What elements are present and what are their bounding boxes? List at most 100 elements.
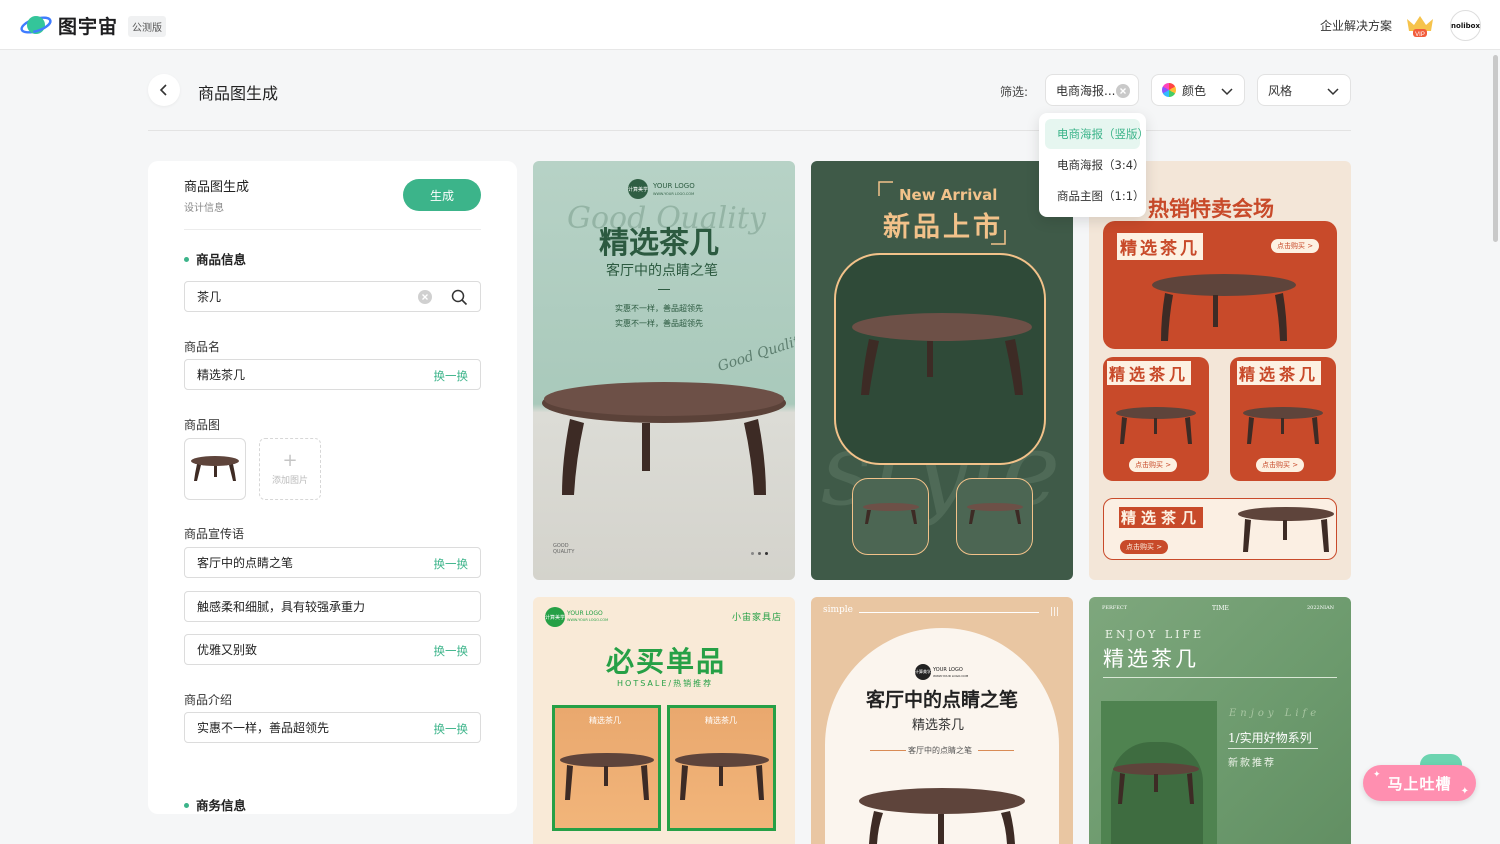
poster-line-1: 实惠不一样，善品超领先 (615, 304, 703, 313)
page-scrollbar[interactable] (1493, 55, 1498, 242)
intro-field[interactable]: 实惠不一样，善品超领先 换一换 (184, 712, 481, 743)
color-filter-select[interactable]: 颜色 (1151, 74, 1245, 106)
business-info-heading: 商务信息 (184, 795, 246, 814)
product-name-field[interactable]: 精选茶几 换一换 (184, 359, 481, 390)
clear-filter-icon[interactable] (1116, 84, 1130, 98)
vip-crown-icon[interactable]: VIP (1404, 12, 1436, 38)
intro-label: 商品介绍 (184, 693, 233, 707)
beta-badge: 公测版 (128, 16, 166, 37)
coffee-table-image (863, 503, 919, 524)
type-filter-value: 电商海报... (1056, 83, 1116, 98)
swap-slogan-3-button[interactable]: 换一换 (434, 643, 469, 659)
coffee-table-image (1113, 763, 1199, 804)
product-info-heading: 商品信息 (184, 249, 246, 268)
feedback-label: 马上吐槽 (1387, 774, 1452, 793)
poster-title: 新品上市 (883, 212, 1003, 243)
type-option-3-4-poster[interactable]: 电商海报（3:4） (1045, 150, 1145, 180)
generate-button[interactable]: 生成 (403, 179, 481, 211)
title-divider (658, 289, 670, 290)
poster-tagline: 客厅中的点睛之笔 (908, 746, 972, 755)
top-label-left: PERFECT (1102, 605, 1128, 611)
coffee-table-image (1238, 507, 1334, 552)
swap-name-button[interactable]: 换一换 (434, 368, 469, 384)
poster-card-hot-sale[interactable]: 热销特卖会场 精选茶几 点击购买 > 精选茶几 精选茶几 点击购买 > 点击购买… (1089, 161, 1351, 580)
coffee-table-image (1243, 407, 1323, 444)
new-label: 新款推荐 (1228, 758, 1276, 769)
coffee-table-image (560, 753, 654, 800)
type-option-vertical-poster[interactable]: 电商海报（竖版） (1045, 119, 1149, 149)
feedback-button[interactable]: ✦ 马上吐槽 ✦ (1363, 765, 1476, 801)
plus-icon: + (282, 450, 298, 471)
buy-now-pill: 点击购买 > (1271, 239, 1320, 253)
box-label: 精选茶几 (705, 716, 737, 725)
planet-logo-icon[interactable] (20, 11, 52, 39)
top-label-right: 2022NIAN (1307, 605, 1335, 611)
back-button[interactable] (148, 74, 180, 106)
product-name-label: 商品名 (184, 340, 221, 354)
design-info-panel: 商品图生成 设计信息 生成 商品信息 茶几 商品名 精选茶几 换一换 商品图 +… (148, 161, 517, 814)
eyebrow-text: ENJOY LIFE (1105, 628, 1205, 641)
product-image-thumbnail[interactable] (184, 438, 246, 500)
buy-now-pill: 点击购买 > (1120, 540, 1169, 554)
product-name-tag: 精选茶几 (1107, 361, 1192, 385)
poster-card-enjoy-life[interactable]: PERFECT TIME 2022NIAN ENJOY LIFE 精选茶几 En… (1089, 597, 1351, 844)
coffee-table-image (967, 503, 1023, 524)
poster-subtitle: 客厅中的点睛之笔 (606, 263, 718, 279)
enterprise-solutions-link[interactable]: 企业解决方案 (1320, 17, 1392, 34)
logo-badge: 计算美学 (545, 607, 565, 627)
type-filter-select[interactable]: 电商海报... (1045, 74, 1139, 106)
logo-text: YOUR LOGO (653, 182, 695, 190)
coffee-table-image (852, 313, 1032, 395)
panel-title: 商品图生成 (184, 180, 250, 195)
style-filter-label: 风格 (1268, 83, 1293, 98)
user-avatar[interactable]: nolibox (1450, 10, 1481, 41)
product-name-tag: 精选茶几 (1117, 233, 1203, 260)
slogan-field-3[interactable]: 优雅又别致 换一换 (184, 634, 481, 665)
page-title: 商品图生成 (198, 84, 279, 103)
poster-title: 热销特卖会场 (1148, 196, 1274, 221)
product-image-label: 商品图 (184, 418, 221, 432)
script-text: Enjoy Life (1229, 708, 1321, 719)
coffee-table-image (859, 788, 1025, 844)
poster-title: 精选茶几 (1103, 647, 1199, 671)
coffee-table-image (1116, 407, 1196, 444)
panel-divider (184, 229, 481, 230)
product-name-tag: 精选茶几 (1237, 361, 1322, 385)
poster-card-new-arrival[interactable]: style New Arrival 新品上市 (811, 161, 1073, 580)
add-image-button[interactable]: + 添加图片 (259, 438, 321, 500)
slogan-field-1[interactable]: 客厅中的点睛之笔 换一换 (184, 547, 481, 578)
product-search-input[interactable]: 茶几 (184, 281, 481, 312)
bars-icon: ||| (1050, 607, 1060, 617)
slogan-field-2[interactable]: 触感柔和细腻，具有较强承重力 (184, 591, 481, 622)
slogan-value-3: 优雅又别致 (197, 643, 258, 657)
swap-slogan-1-button[interactable]: 换一换 (434, 556, 469, 572)
search-icon[interactable] (451, 289, 468, 306)
type-option-main-image[interactable]: 商品主图（1:1） (1045, 181, 1145, 211)
product-name-tag: 精选茶几 (1119, 507, 1204, 528)
poster-card-arch[interactable]: simple ||| 计算美学 YOUR LOGO WWW.YOUR LOGO.… (811, 597, 1073, 844)
clear-search-icon[interactable] (418, 290, 432, 304)
type-filter-dropdown: 电商海报（竖版） 电商海报（3:4） 商品主图（1:1） (1039, 113, 1149, 217)
style-filter-select[interactable]: 风格 (1257, 74, 1351, 106)
color-wheel-icon (1162, 83, 1176, 97)
corner-text: simple (823, 605, 853, 615)
poster-line-2: 实惠不一样，善品超领先 (615, 319, 703, 328)
eyebrow-text: New Arrival (899, 186, 998, 204)
header-divider (148, 130, 1351, 131)
shop-name: 小宙家具店 (732, 613, 783, 623)
coffee-table-image (1152, 274, 1296, 341)
dot-indicator (751, 552, 754, 555)
chevron-down-icon (1327, 88, 1339, 96)
title-rule (1103, 677, 1337, 678)
sparkle-icon: ✦ (1460, 786, 1470, 797)
logo-badge: 计算美学 (915, 664, 931, 680)
poster-card-sage[interactable]: 计算美学 YOUR LOGO WWW.YOUR LOGO.COM Good Qu… (533, 161, 795, 580)
poster-card-must-buy[interactable]: 计算美学 YOUR LOGO WWW.YOUR LOGO.COM 小宙家具店 必… (533, 597, 795, 844)
vip-label: VIP (1415, 32, 1425, 38)
product-name-value: 精选茶几 (197, 368, 246, 382)
poster-footer: GOOD QUALITY (553, 543, 575, 555)
logo-text[interactable]: 图宇宙 (58, 12, 118, 39)
slogan-value-2: 触感柔和细腻，具有较强承重力 (197, 600, 366, 614)
swap-intro-button[interactable]: 换一换 (434, 721, 469, 737)
top-rule (859, 612, 1039, 613)
